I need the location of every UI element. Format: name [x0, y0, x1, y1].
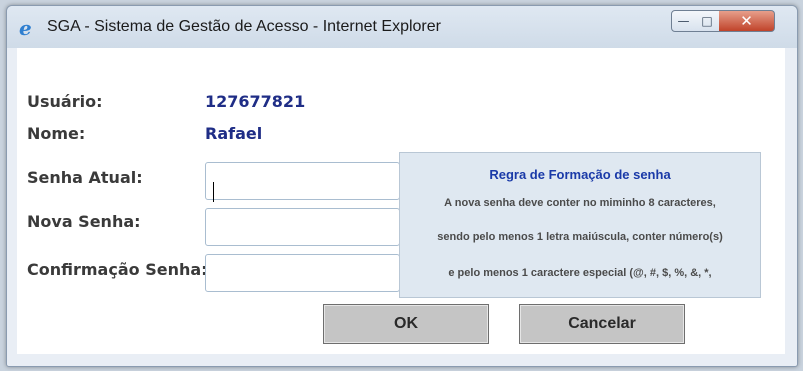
tooltip-line: e pelo menos 1 caractere especial (@, #,… — [448, 267, 712, 279]
confirmacao-senha-label: Confirmação Senha: — [27, 260, 208, 279]
nome-label: Nome: — [27, 124, 86, 143]
internet-explorer-icon: e — [19, 16, 32, 40]
usuario-value: 127677821 — [205, 92, 306, 111]
tooltip-title: Regra de Formação de senha — [489, 167, 671, 182]
maximize-button[interactable]: □ — [695, 10, 720, 32]
text-caret — [213, 182, 214, 202]
nova-senha-input[interactable] — [205, 208, 400, 246]
browser-dialog-window: e SGA - Sistema de Gestão de Acesso - In… — [6, 5, 798, 367]
window-title: SGA - Sistema de Gestão de Acesso - Inte… — [47, 18, 441, 35]
ok-button[interactable]: OK — [323, 304, 489, 344]
nova-senha-label: Nova Senha: — [27, 212, 141, 231]
close-button[interactable]: ✕ — [719, 10, 775, 32]
confirmacao-senha-input[interactable] — [205, 254, 400, 292]
title-bar[interactable]: e SGA - Sistema de Gestão de Acesso - In… — [7, 6, 797, 48]
usuario-label: Usuário: — [27, 92, 103, 111]
minimize-button[interactable]: — — [671, 10, 696, 32]
senha-atual-input[interactable] — [205, 162, 400, 200]
nome-value: Rafael — [205, 124, 263, 143]
password-change-form: Usuário: 127677821 Nome: Rafael Senha At… — [17, 48, 785, 354]
senha-atual-label: Senha Atual: — [27, 168, 143, 187]
cancel-button[interactable]: Cancelar — [519, 304, 685, 344]
tooltip-line: A nova senha deve conter no miminho 8 ca… — [444, 197, 716, 209]
password-rules-tooltip: Regra de Formação de senha A nova senha … — [399, 152, 761, 298]
tooltip-line: sendo pelo menos 1 letra maiúscula, cont… — [437, 231, 723, 243]
